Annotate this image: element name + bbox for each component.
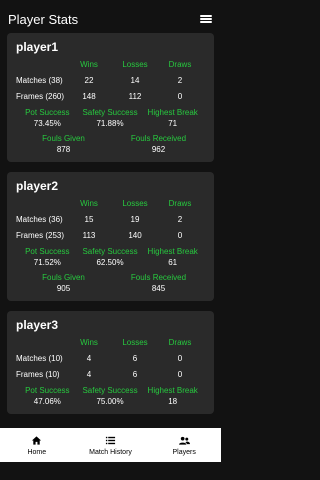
pot-success-label: Pot Success xyxy=(25,386,70,395)
frames-wins: 148 xyxy=(82,91,96,101)
page-title: Player Stats xyxy=(8,11,79,27)
player-list[interactable]: player1 Wins Losses Draws Matches (38) 2… xyxy=(0,33,221,428)
fouls-given-label: Fouls Given xyxy=(42,134,85,143)
matches-losses: 6 xyxy=(132,353,138,363)
matches-label: Matches (10) xyxy=(16,353,63,363)
matches-row: Matches (38) 22 14 2 xyxy=(16,72,206,88)
matches-losses: 19 xyxy=(130,214,140,224)
success-stats: Pot Success 47.06% Safety Success 75.00% H… xyxy=(16,386,206,408)
list-icon xyxy=(105,436,116,444)
highest-break-value: 71 xyxy=(168,119,178,128)
player-name: player2 xyxy=(16,179,59,193)
success-stats: Pot Success 73.45% Safety Success 71.88% H… xyxy=(16,108,206,130)
draws-header: Draws xyxy=(168,198,192,208)
frames-losses: 6 xyxy=(132,369,138,379)
frames-wins: 4 xyxy=(86,369,92,379)
fouls-given-value: 878 xyxy=(56,145,71,154)
menu-icon[interactable] xyxy=(199,13,213,25)
matches-wins: 22 xyxy=(84,75,94,85)
losses-header: Losses xyxy=(122,337,148,347)
status-bar xyxy=(0,0,221,8)
fouls-given-value: 905 xyxy=(56,284,71,293)
pot-success-value: 47.06% xyxy=(33,397,61,406)
safety-success-value: 71.88% xyxy=(96,119,124,128)
wins-header: Wins xyxy=(80,337,98,347)
safety-success-label: Safety Success xyxy=(82,386,138,395)
matches-draws: 0 xyxy=(177,353,183,363)
highest-break-label: Highest Break xyxy=(147,108,198,117)
player-card: player1 Wins Losses Draws Matches (38) 2… xyxy=(7,33,214,162)
highest-break-label: Highest Break xyxy=(147,247,198,256)
frames-row: Frames (253) 113 140 0 xyxy=(16,227,206,243)
system-navigation-bar xyxy=(0,462,221,480)
fouls-stats: Fouls Given 878 Fouls Received 962 xyxy=(16,134,206,156)
wins-header: Wins xyxy=(80,198,98,208)
frames-draws: 0 xyxy=(177,369,183,379)
matches-wins: 4 xyxy=(86,353,92,363)
matches-losses: 14 xyxy=(130,75,140,85)
stats-header-row: Wins Losses Draws xyxy=(16,56,206,72)
matches-draws: 2 xyxy=(177,214,183,224)
player-name: player3 xyxy=(16,318,59,332)
stats-header-row: Wins Losses Draws xyxy=(16,195,206,211)
matches-wins: 15 xyxy=(84,214,94,224)
frames-losses: 140 xyxy=(128,230,142,240)
losses-header: Losses xyxy=(122,59,148,69)
player-card: player2 Wins Losses Draws Matches (36) 1… xyxy=(7,172,214,301)
stats-header-row: Wins Losses Draws xyxy=(16,334,206,350)
success-stats: Pot Success 71.52% Safety Success 62.50% H… xyxy=(16,247,206,269)
frames-losses: 112 xyxy=(128,91,142,101)
nav-players[interactable]: Players xyxy=(147,428,221,462)
pot-success-value: 73.45% xyxy=(33,119,61,128)
highest-break-value: 18 xyxy=(168,397,178,406)
nav-players-label: Players xyxy=(172,448,196,456)
frames-wins: 113 xyxy=(82,230,96,240)
highest-break-label: Highest Break xyxy=(147,386,198,395)
matches-row: Matches (10) 4 6 0 xyxy=(16,350,206,366)
fouls-given-label: Fouls Given xyxy=(42,273,85,282)
draws-header: Draws xyxy=(168,59,192,69)
fouls-received-value: 962 xyxy=(151,145,166,154)
pot-success-label: Pot Success xyxy=(25,247,70,256)
safety-success-label: Safety Success xyxy=(82,108,138,117)
nav-home[interactable]: Home xyxy=(0,428,74,462)
frames-label: Frames (260) xyxy=(16,91,65,101)
frames-label: Frames (10) xyxy=(16,369,60,379)
pot-success-label: Pot Success xyxy=(25,108,70,117)
nav-match-history[interactable]: Match History xyxy=(74,428,148,462)
safety-success-value: 75.00% xyxy=(96,397,124,406)
matches-label: Matches (36) xyxy=(16,214,63,224)
players-icon xyxy=(178,436,190,445)
frames-draws: 0 xyxy=(177,230,183,240)
player-card: player3 Wins Losses Draws Matches (10) 4… xyxy=(7,311,214,414)
fouls-received-label: Fouls Received xyxy=(130,134,187,143)
bottom-navigation: Home Match History Players xyxy=(0,428,221,462)
pot-success-value: 71.52% xyxy=(33,258,61,267)
frames-row: Frames (10) 4 6 0 xyxy=(16,366,206,382)
app-bar: Player Stats xyxy=(0,8,221,30)
matches-draws: 2 xyxy=(177,75,183,85)
player-name: player1 xyxy=(16,40,59,54)
matches-row: Matches (36) 15 19 2 xyxy=(16,211,206,227)
fouls-stats: Fouls Given 905 Fouls Received 845 xyxy=(16,273,206,295)
frames-row: Frames (260) 148 112 0 xyxy=(16,88,206,104)
highest-break-value: 61 xyxy=(168,258,178,267)
safety-success-label: Safety Success xyxy=(82,247,138,256)
draws-header: Draws xyxy=(168,337,192,347)
safety-success-value: 62.50% xyxy=(96,258,124,267)
losses-header: Losses xyxy=(122,198,148,208)
fouls-received-value: 845 xyxy=(151,284,166,293)
frames-label: Frames (253) xyxy=(16,230,65,240)
matches-label: Matches (38) xyxy=(16,75,63,85)
nav-home-label: Home xyxy=(27,448,47,456)
frames-draws: 0 xyxy=(177,91,183,101)
home-icon xyxy=(32,435,42,445)
fouls-received-label: Fouls Received xyxy=(130,273,187,282)
nav-match-history-label: Match History xyxy=(89,448,132,456)
wins-header: Wins xyxy=(80,59,98,69)
